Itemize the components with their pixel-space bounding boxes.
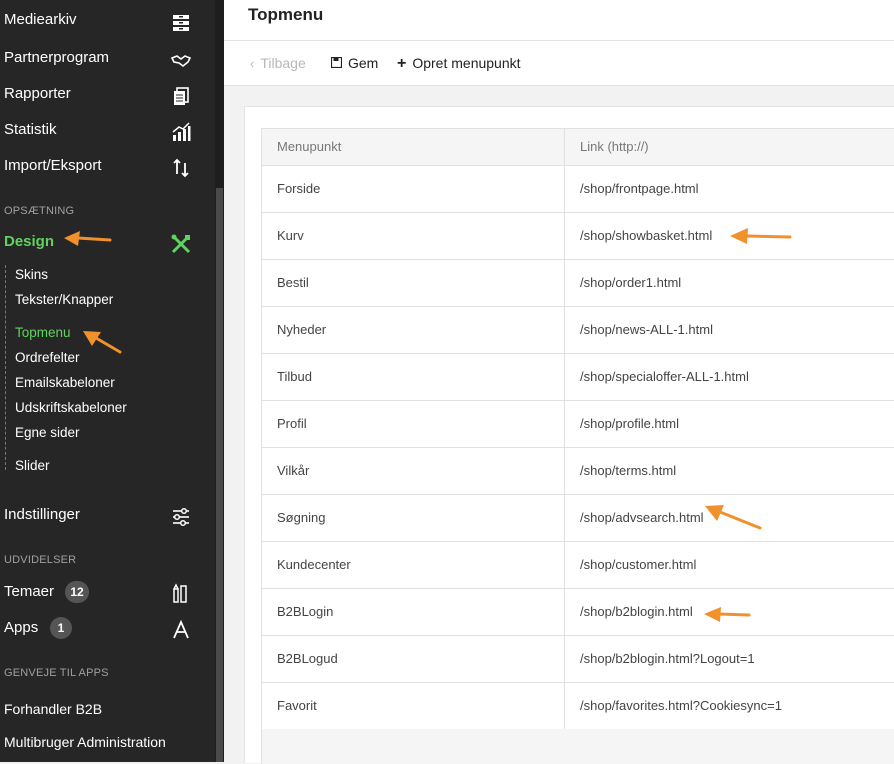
table-row[interactable]: Bestil/shop/order1.html [262,260,894,307]
page-header: Topmenu [224,0,894,41]
submenu-item-udskriftskabeloner[interactable]: Udskriftskabeloner [15,400,127,415]
toolbar: ‹ Tilbage Gem + Opret menupunkt [224,41,894,86]
menu-item-link[interactable]: /shop/favorites.html?Cookiesync=1 [580,698,782,713]
annotation-arrow-kurv [730,228,792,244]
section-label-setup: OPSÆTNING [4,205,75,217]
menu-item-name[interactable]: Tilbud [277,369,312,384]
nav-partnerprogram[interactable]: Partnerprogram [4,49,109,66]
submenu-item-ordrefelter[interactable]: Ordrefelter [15,350,80,365]
table-row[interactable]: B2BLogud/shop/b2blogin.html?Logout=1 [262,636,894,683]
menu-item-link[interactable]: /shop/b2blogin.html [580,604,693,619]
shortcut-forhandler-b2b[interactable]: Forhandler B2B [4,701,102,717]
floppy-disk-icon [330,56,343,71]
import-export-icon [170,157,192,179]
create-menu-item-button[interactable]: + Opret menupunkt [397,55,521,73]
menu-item-name[interactable]: B2BLogud [277,651,338,666]
menu-item-name[interactable]: Bestil [277,275,309,290]
menu-item-link[interactable]: /shop/profile.html [580,416,679,431]
table-row[interactable]: Favorit/shop/favorites.html?Cookiesync=1 [262,683,894,730]
annotation-arrow-b2blogin [704,607,751,622]
menu-item-name[interactable]: Nyheder [277,322,326,337]
table-row[interactable]: Kundecenter/shop/customer.html [262,542,894,589]
handshake-icon [170,49,192,71]
page-title: Topmenu [248,5,324,24]
table-footer [262,729,894,764]
create-menu-item-label: Opret menupunkt [412,55,521,71]
table-row[interactable]: Nyheder/shop/news-ALL-1.html [262,307,894,354]
annotation-arrow-soegning [705,505,762,530]
nav-design[interactable]: Design [4,233,54,250]
shortcut-multibruger-administration[interactable]: Multibruger Administration [4,734,166,750]
menu-item-link[interactable]: /shop/specialoffer-ALL-1.html [580,369,749,384]
table-header-row: Menupunkt Link (http://) [262,129,894,166]
sliders-icon [170,506,192,528]
menu-item-link[interactable]: /shop/b2blogin.html?Logout=1 [580,651,755,666]
column-header-menupunkt: Menupunkt [277,139,342,154]
nav-indstillinger[interactable]: Indstillinger [4,506,80,523]
table-row[interactable]: Søgning/shop/advsearch.html [262,495,894,542]
apps-count-badge: 1 [50,617,72,639]
column-header-link: Link (http://) [580,139,649,154]
menu-item-name[interactable]: Favorit [277,698,317,713]
menu-items-table: Menupunkt Link (http://) Forside/shop/fr… [261,128,894,764]
sidebar: Mediearkiv Partnerprogram Rapporter Stat… [0,0,224,762]
menu-item-link[interactable]: /shop/terms.html [580,463,676,478]
menu-item-link[interactable]: /shop/news-ALL-1.html [580,322,713,337]
section-label-extensions: UDVIDELSER [4,554,77,566]
menu-item-name[interactable]: Forside [277,181,320,196]
menu-item-name[interactable]: Vilkår [277,463,309,478]
menu-item-link[interactable]: /shop/showbasket.html [580,228,712,243]
reports-icon [170,85,192,107]
nav-temaer[interactable]: Temaer [4,583,54,600]
menu-item-name[interactable]: Kurv [277,228,304,243]
nav-apps[interactable]: Apps [4,619,38,636]
menu-item-link[interactable]: /shop/frontpage.html [580,181,699,196]
save-button-label: Gem [348,55,379,71]
save-button[interactable]: Gem [330,55,379,71]
annotation-arrow-topmenu [83,331,122,354]
themes-count-badge: 12 [65,581,89,603]
submenu-item-slider[interactable]: Slider [15,458,50,473]
annotation-arrow-design [64,231,112,246]
nav-mediearkiv[interactable]: Mediearkiv [4,11,77,28]
table-row[interactable]: Kurv/shop/showbasket.html [262,213,894,260]
main-content: Topmenu ‹ Tilbage Gem + Opret menupunkt Me… [224,0,894,764]
design-tools-icon [170,233,192,255]
themes-icon [170,583,192,605]
back-button-label: Tilbage [260,55,306,71]
nav-statistik[interactable]: Statistik [4,121,57,138]
column-divider [564,129,565,729]
submenu-guide-line [5,265,6,470]
submenu-item-egne-sider[interactable]: Egne sider [15,425,80,440]
table-row[interactable]: Tilbud/shop/specialoffer-ALL-1.html [262,354,894,401]
menu-item-name[interactable]: Profil [277,416,307,431]
section-label-shortcuts: GENVEJE TIL APPS [4,667,109,679]
menu-item-link[interactable]: /shop/advsearch.html [580,510,704,525]
submenu-item-skins[interactable]: Skins [15,267,48,282]
menu-item-name[interactable]: B2BLogin [277,604,333,619]
archive-icon [170,12,192,34]
apps-icon [170,619,192,641]
menu-item-name[interactable]: Søgning [277,510,325,525]
menu-item-link[interactable]: /shop/order1.html [580,275,681,290]
submenu-item-tekster-knapper[interactable]: Tekster/Knapper [15,292,113,307]
content-panel: Menupunkt Link (http://) Forside/shop/fr… [244,106,894,764]
nav-import-eksport[interactable]: Import/Eksport [4,157,102,174]
submenu-item-topmenu[interactable]: Topmenu [15,325,71,340]
chevron-left-icon: ‹ [250,56,255,71]
submenu-item-emailskabeloner[interactable]: Emailskabeloner [15,375,115,390]
statistics-icon [170,121,192,143]
sidebar-scrollbar-thumb[interactable] [216,188,223,762]
menu-item-link[interactable]: /shop/customer.html [580,557,696,572]
table-row[interactable]: Profil/shop/profile.html [262,401,894,448]
table-row[interactable]: Vilkår/shop/terms.html [262,448,894,495]
table-row[interactable]: B2BLogin/shop/b2blogin.html [262,589,894,636]
menu-item-name[interactable]: Kundecenter [277,557,351,572]
back-button[interactable]: ‹ Tilbage [250,55,306,71]
nav-rapporter[interactable]: Rapporter [4,85,71,102]
table-row[interactable]: Forside/shop/frontpage.html [262,166,894,213]
plus-icon: + [397,55,407,72]
